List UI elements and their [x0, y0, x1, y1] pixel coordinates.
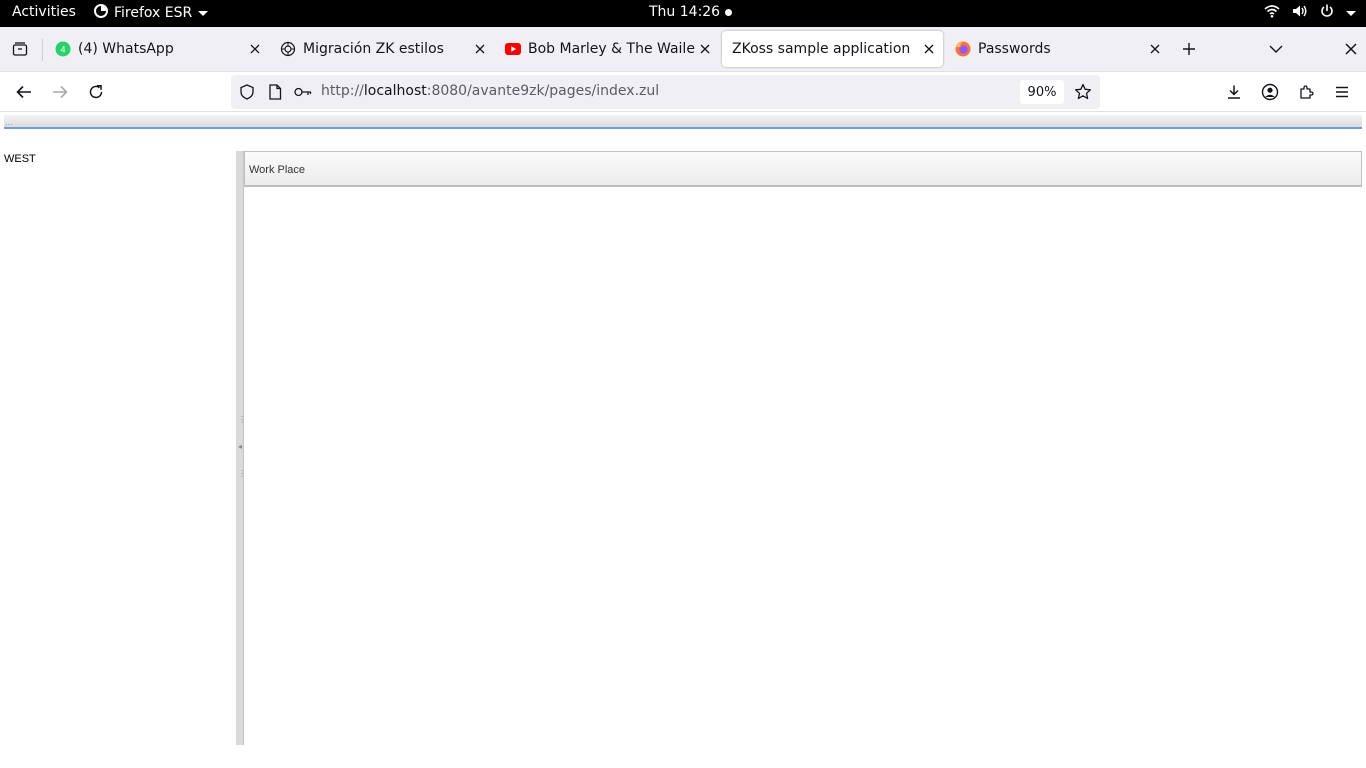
close-icon	[1345, 43, 1357, 55]
tab-youtube[interactable]: Bob Marley & The Wailers	[495, 31, 719, 67]
app-menu-label: Firefox ESR	[114, 5, 193, 21]
menu-button[interactable]	[1328, 78, 1356, 106]
downloads-button[interactable]	[1220, 78, 1248, 106]
url-bar[interactable]: http://localhost:8080/avante9zk/pages/in…	[231, 75, 1100, 109]
north-region: ...	[4, 115, 1362, 129]
list-all-tabs-button[interactable]	[1262, 35, 1290, 63]
chevron-down-icon	[198, 10, 209, 16]
back-button[interactable]	[10, 78, 38, 106]
wifi-icon	[1264, 4, 1280, 22]
close-window-button[interactable]	[1337, 35, 1365, 63]
download-icon	[1228, 85, 1240, 99]
shield-icon[interactable]	[238, 83, 256, 101]
tab-title: (4) WhatsApp	[78, 41, 174, 57]
url-text[interactable]: http://localhost:8080/avante9zk/pages/in…	[321, 83, 659, 99]
tab-migracion-zk[interactable]: Migración ZK estilos	[270, 31, 494, 67]
chevron-down-icon	[1346, 10, 1356, 16]
tab-badge: 4	[60, 45, 65, 55]
navigation-toolbar: http://localhost:8080/avante9zk/pages/in…	[0, 72, 1366, 112]
openai-icon	[280, 41, 296, 57]
volume-icon	[1292, 4, 1308, 22]
puzzle-icon	[1300, 85, 1314, 99]
close-icon[interactable]	[245, 39, 265, 59]
new-tab-button[interactable]	[1175, 35, 1203, 63]
tab-title: ZKoss sample application	[732, 41, 911, 57]
tab-title: Bob Marley & The Wailers	[528, 41, 695, 57]
notification-dot-icon	[725, 8, 733, 16]
page-content: ... WEST ⋮ ◂ ⋮ Work Place	[0, 113, 1366, 768]
url-host: localhost	[363, 83, 427, 99]
forward-button[interactable]	[46, 78, 74, 106]
clock[interactable]: Thu 14:26	[649, 4, 733, 20]
close-icon[interactable]	[695, 39, 715, 59]
west-region-label: WEST	[4, 153, 36, 165]
url-prefix: http://	[321, 83, 364, 99]
plus-icon	[1183, 43, 1195, 55]
firefox-view-button[interactable]	[6, 35, 34, 63]
tab-whatsapp[interactable]: 4 (4) WhatsApp	[45, 31, 269, 67]
activities-button[interactable]: Activities	[12, 4, 76, 20]
splitter-grip-icon: ⋮	[238, 469, 246, 478]
account-icon	[1261, 83, 1279, 101]
arrow-left-icon	[16, 85, 31, 99]
system-top-bar: Activities Firefox ESR Thu 14:26	[0, 0, 1366, 27]
reload-button[interactable]	[82, 78, 110, 106]
tab-title: Migración ZK estilos	[303, 41, 444, 57]
tab-title: Passwords	[978, 41, 1051, 57]
system-tray[interactable]	[1264, 4, 1356, 22]
tab-strip: 4 (4) WhatsApp Migración ZK estilos Bob …	[0, 27, 1366, 72]
center-panel-title: Work Place	[249, 164, 306, 176]
page-info-icon[interactable]	[266, 83, 284, 101]
splitter-collapse-icon[interactable]: ◂	[238, 443, 242, 451]
firefox-icon	[955, 41, 971, 57]
tab-separator	[42, 39, 43, 61]
chevron-down-icon	[1269, 45, 1283, 53]
account-button[interactable]	[1256, 78, 1284, 106]
north-collapse-handle[interactable]: ...	[5, 117, 13, 127]
splitter-grip-icon: ⋮	[238, 415, 246, 424]
arrow-right-icon	[53, 85, 68, 99]
power-icon	[1320, 4, 1334, 22]
west-splitter[interactable]: ⋮ ◂ ⋮	[236, 151, 246, 745]
tab-passwords[interactable]: Passwords	[945, 31, 1169, 67]
clock-label: Thu 14:26	[649, 4, 721, 20]
reload-icon	[89, 85, 103, 99]
center-panel-header: Work Place	[244, 151, 1362, 187]
zoom-level-button[interactable]: 90%	[1020, 80, 1064, 104]
firefox-app-icon	[94, 4, 108, 22]
hamburger-menu-icon	[1336, 86, 1348, 98]
firefox-view-icon	[12, 42, 28, 56]
tab-zkoss-sample[interactable]: ZKoss sample application	[722, 31, 943, 67]
close-icon[interactable]	[1145, 39, 1165, 59]
app-menu[interactable]: Firefox ESR	[94, 4, 209, 22]
whatsapp-icon: 4	[55, 41, 71, 57]
key-icon[interactable]	[293, 83, 313, 101]
bookmark-star-icon[interactable]	[1073, 82, 1093, 102]
close-icon[interactable]	[470, 39, 490, 59]
url-path: :8080/avante9zk/pages/index.zul	[426, 83, 660, 99]
youtube-icon	[505, 41, 521, 57]
close-icon[interactable]	[919, 39, 939, 59]
extensions-button[interactable]	[1292, 78, 1320, 106]
